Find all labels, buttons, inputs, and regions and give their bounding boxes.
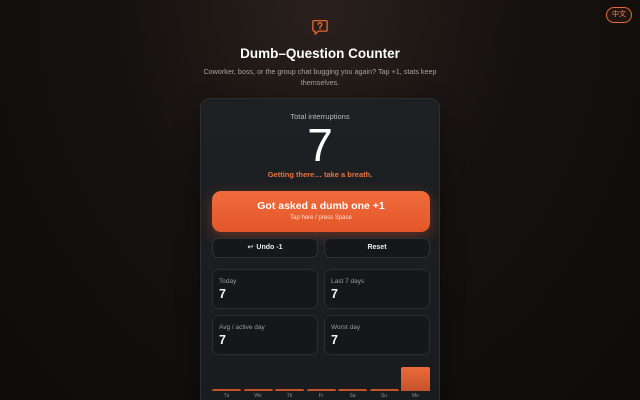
chart-bar-slot <box>212 357 241 391</box>
question-bubble-icon <box>312 19 328 35</box>
stat-avg-active-day: Avg / active day 7 <box>212 315 318 355</box>
stat-value: 7 <box>219 287 226 301</box>
chart-day-label: Mo <box>412 393 419 399</box>
chart-day-label: We <box>254 393 262 399</box>
increment-button-hint: Tap here / press Space <box>290 215 352 221</box>
total-count: 7 <box>307 119 333 171</box>
counter-card: Total interruptions 7 Getting there… tak… <box>200 98 440 400</box>
chart-day-label: Tu <box>223 393 230 399</box>
page-title: Dumb–Question Counter <box>240 46 400 61</box>
chart-bar <box>401 367 430 391</box>
stat-label: Today <box>219 278 237 285</box>
stat-value: 7 <box>219 333 226 347</box>
chart-bar <box>306 389 336 391</box>
reset-button[interactable]: Reset <box>324 238 430 258</box>
stat-today: Today 7 <box>212 269 318 309</box>
increment-button-label: Got asked a dumb one +1 <box>257 200 385 212</box>
stat-last-7-days: Last 7 days 7 <box>324 269 430 309</box>
stat-label: Last 7 days <box>331 278 365 285</box>
page-subtitle: Coworker, boss, or the group chat buggin… <box>203 67 437 87</box>
chart-day-label: Sa <box>349 393 356 399</box>
chart-bar <box>212 389 241 391</box>
status-message: Getting there… take a breath. <box>267 170 373 179</box>
stat-worst-day: Worst day 7 <box>324 315 430 355</box>
chart-day-label: Su <box>380 393 388 399</box>
chart-bar <box>338 389 367 391</box>
chart-bar <box>369 389 399 391</box>
chart-bar-slot <box>338 357 367 391</box>
weekly-bar-chart: Tu We Th Fr Sa Su Mo <box>212 357 430 399</box>
increment-button[interactable]: Got asked a dumb one +1 Tap here / press… <box>212 191 430 232</box>
stat-value: 7 <box>331 333 338 347</box>
stat-label: Avg / active day <box>219 324 265 331</box>
stat-label: Worst day <box>331 324 361 331</box>
chart-day-label: Th <box>286 393 293 399</box>
chart-bar <box>275 389 304 391</box>
undo-button[interactable]: ↩ Undo -1 <box>212 238 318 258</box>
undo-button-label: Undo -1 <box>256 244 283 251</box>
chart-bar <box>243 389 273 391</box>
stat-value: 7 <box>331 287 338 301</box>
chart-day-label: Fr <box>318 393 324 399</box>
language-toggle-button[interactable]: 中文 <box>606 7 632 23</box>
chart-bar-slot <box>306 357 336 391</box>
chart-bar-slot <box>275 357 304 391</box>
undo-icon: ↩ <box>247 244 254 251</box>
chart-bar-slot <box>401 357 430 391</box>
chart-bar-slot <box>243 357 273 391</box>
chart-bar-slot <box>369 357 399 391</box>
